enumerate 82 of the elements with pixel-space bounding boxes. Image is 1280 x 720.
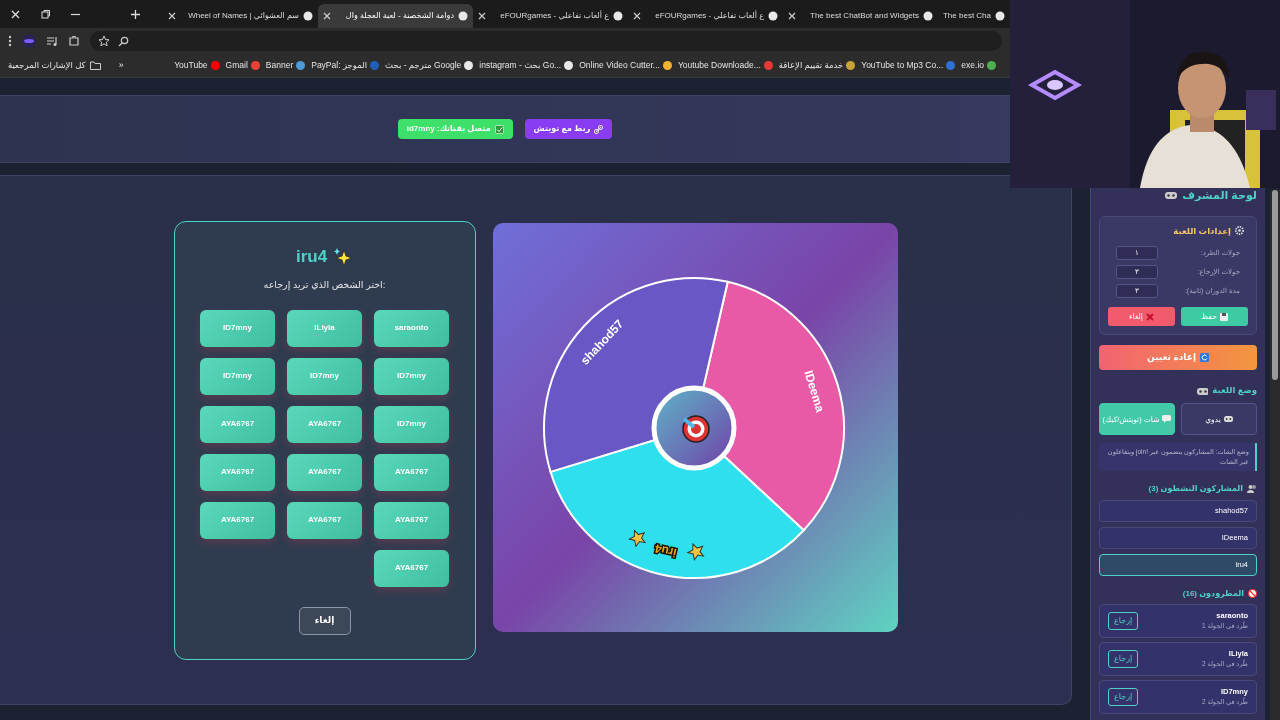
site-icon bbox=[987, 61, 996, 70]
player-name: iru4 bbox=[295, 246, 328, 268]
gamepad-icon bbox=[1223, 415, 1233, 423]
site-icon bbox=[464, 61, 474, 70]
site-icon bbox=[296, 61, 306, 70]
wheel-hub[interactable] bbox=[651, 385, 736, 471]
bookmarks-overflow[interactable]: » bbox=[118, 59, 124, 72]
new-tab-icon[interactable] bbox=[129, 8, 141, 20]
segment-label: IDeema bbox=[800, 368, 827, 414]
panel-title: لوحة المشرف bbox=[1182, 188, 1257, 204]
site-icon bbox=[662, 61, 672, 70]
bookmark-link[interactable]: instagram - بحث Go... bbox=[479, 59, 574, 72]
site-icon bbox=[370, 61, 380, 70]
bookmark-link[interactable]: exe.io bbox=[961, 59, 996, 72]
site-icon bbox=[250, 61, 260, 70]
restore-button[interactable]: إرجاع bbox=[1108, 649, 1139, 668]
browser-tab[interactable]: The best Cha bbox=[937, 4, 1010, 28]
bookmark-link[interactable]: خدمة تقييم الإعاقة bbox=[778, 59, 856, 72]
check-icon bbox=[494, 124, 504, 134]
close-icon[interactable] bbox=[632, 12, 641, 20]
profile-icon[interactable] bbox=[22, 34, 36, 48]
menu-icon[interactable] bbox=[8, 35, 12, 47]
section-title: المشاركون النشطون (3) bbox=[1148, 482, 1243, 495]
site-icon bbox=[995, 11, 1005, 21]
site-icon bbox=[210, 61, 220, 70]
restore-button[interactable]: إرجاع bbox=[1108, 611, 1139, 630]
no-entry-icon bbox=[1248, 589, 1257, 598]
restore-button[interactable]: إرجاع bbox=[1108, 687, 1139, 706]
site-icon bbox=[302, 11, 313, 21]
prompt-text: اختر الشخص الذي تريد إرجاعه: bbox=[263, 277, 386, 292]
folder-icon bbox=[89, 61, 101, 70]
settings-title: إعدادات اللعبة bbox=[1173, 224, 1231, 238]
refresh-icon bbox=[1200, 353, 1209, 363]
cancel-button[interactable]: إلغاء bbox=[298, 606, 351, 635]
chat-icon bbox=[1162, 415, 1172, 423]
star-icon[interactable] bbox=[98, 35, 110, 47]
section-title: المطرودون (16) bbox=[1182, 587, 1244, 600]
scrollbar[interactable] bbox=[1270, 190, 1280, 720]
close-icon[interactable] bbox=[477, 12, 486, 20]
star-icon bbox=[686, 543, 704, 561]
extensions-icon[interactable] bbox=[68, 35, 80, 47]
bookmark-link[interactable]: PayPal: الموجز bbox=[311, 59, 380, 72]
site-icon bbox=[922, 11, 933, 21]
x-icon bbox=[1145, 312, 1154, 321]
people-icon bbox=[1247, 484, 1257, 493]
floppy-icon bbox=[1219, 312, 1228, 321]
gear-icon bbox=[1235, 226, 1244, 236]
bookmark-link[interactable]: Youtube Downloade... bbox=[677, 59, 773, 72]
sparkle-icon bbox=[333, 246, 354, 267]
browser-tab[interactable]: The best ChatBot and Widgets bbox=[782, 4, 938, 28]
bookmark-link[interactable]: YouTube to Mp3 Co... bbox=[861, 59, 956, 72]
star-icon bbox=[628, 530, 645, 547]
twitch-connect-button[interactable]: ربط مع تويتش bbox=[524, 119, 613, 139]
bookmark-link[interactable]: مترجم - بحث Google bbox=[385, 59, 474, 72]
site-icon bbox=[846, 61, 856, 70]
target-icon bbox=[681, 415, 710, 443]
browser-tab[interactable]: eFOURgames - ع ألعاب تفاعلي bbox=[627, 4, 783, 28]
segment-label: iru4 bbox=[652, 541, 678, 560]
site-icon bbox=[763, 61, 773, 70]
site-icon bbox=[457, 11, 468, 21]
section-title: وضع اللعبة bbox=[1212, 384, 1257, 397]
site-icon bbox=[612, 11, 623, 21]
link-icon bbox=[594, 124, 604, 134]
bookmark-link[interactable]: Online Video Cutter... bbox=[579, 59, 672, 72]
bookmark-link[interactable]: Gmail bbox=[225, 59, 260, 72]
gamepad-icon bbox=[1196, 385, 1209, 397]
bookmark-link[interactable]: YouTube bbox=[174, 59, 220, 72]
site-icon bbox=[946, 61, 956, 70]
close-icon[interactable] bbox=[9, 8, 21, 20]
media-icon[interactable] bbox=[46, 35, 58, 47]
bookmark-link[interactable]: Banner bbox=[265, 59, 306, 72]
site-icon bbox=[564, 61, 574, 70]
close-icon[interactable] bbox=[322, 12, 331, 20]
browser-tab[interactable]: دوامة الشخصنة - لعبة العجلة وال bbox=[317, 4, 473, 28]
close-icon[interactable] bbox=[167, 12, 176, 20]
site-icon bbox=[767, 11, 778, 21]
close-icon[interactable] bbox=[787, 12, 796, 20]
restore-icon[interactable] bbox=[39, 8, 51, 20]
bookmark-folder[interactable]: كل الإشارات المرجعية bbox=[8, 59, 101, 72]
browser-tab[interactable]: Wheel of Names | سم العشوائي bbox=[162, 4, 318, 28]
gamepad-icon bbox=[1164, 189, 1179, 202]
search-icon bbox=[118, 35, 129, 47]
